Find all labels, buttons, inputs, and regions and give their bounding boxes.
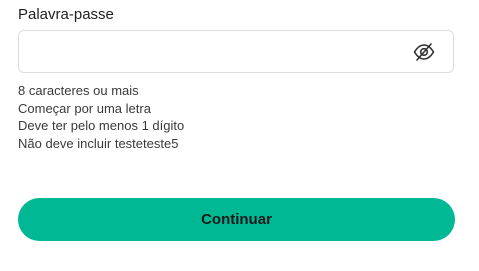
- requirement-item: Deve ter pelo menos 1 dígito: [18, 118, 185, 133]
- requirement-item: Não deve incluir testeteste5: [18, 135, 179, 151]
- requirement-item: 8 caracteres ou mais: [18, 83, 139, 98]
- eye-slash-icon[interactable]: [413, 42, 435, 62]
- password-input[interactable]: [31, 31, 401, 72]
- requirement-item: Começar por uma letra: [18, 100, 151, 116]
- password-label: Palavra-passe: [18, 6, 114, 23]
- password-form: Palavra-passe 8 caracteres ou mais Começ…: [0, 0, 479, 271]
- continue-button[interactable]: Continuar: [18, 198, 455, 241]
- password-field-container[interactable]: [18, 30, 454, 73]
- password-requirements-list: 8 caracteres ou mais Começar por uma let…: [18, 82, 184, 152]
